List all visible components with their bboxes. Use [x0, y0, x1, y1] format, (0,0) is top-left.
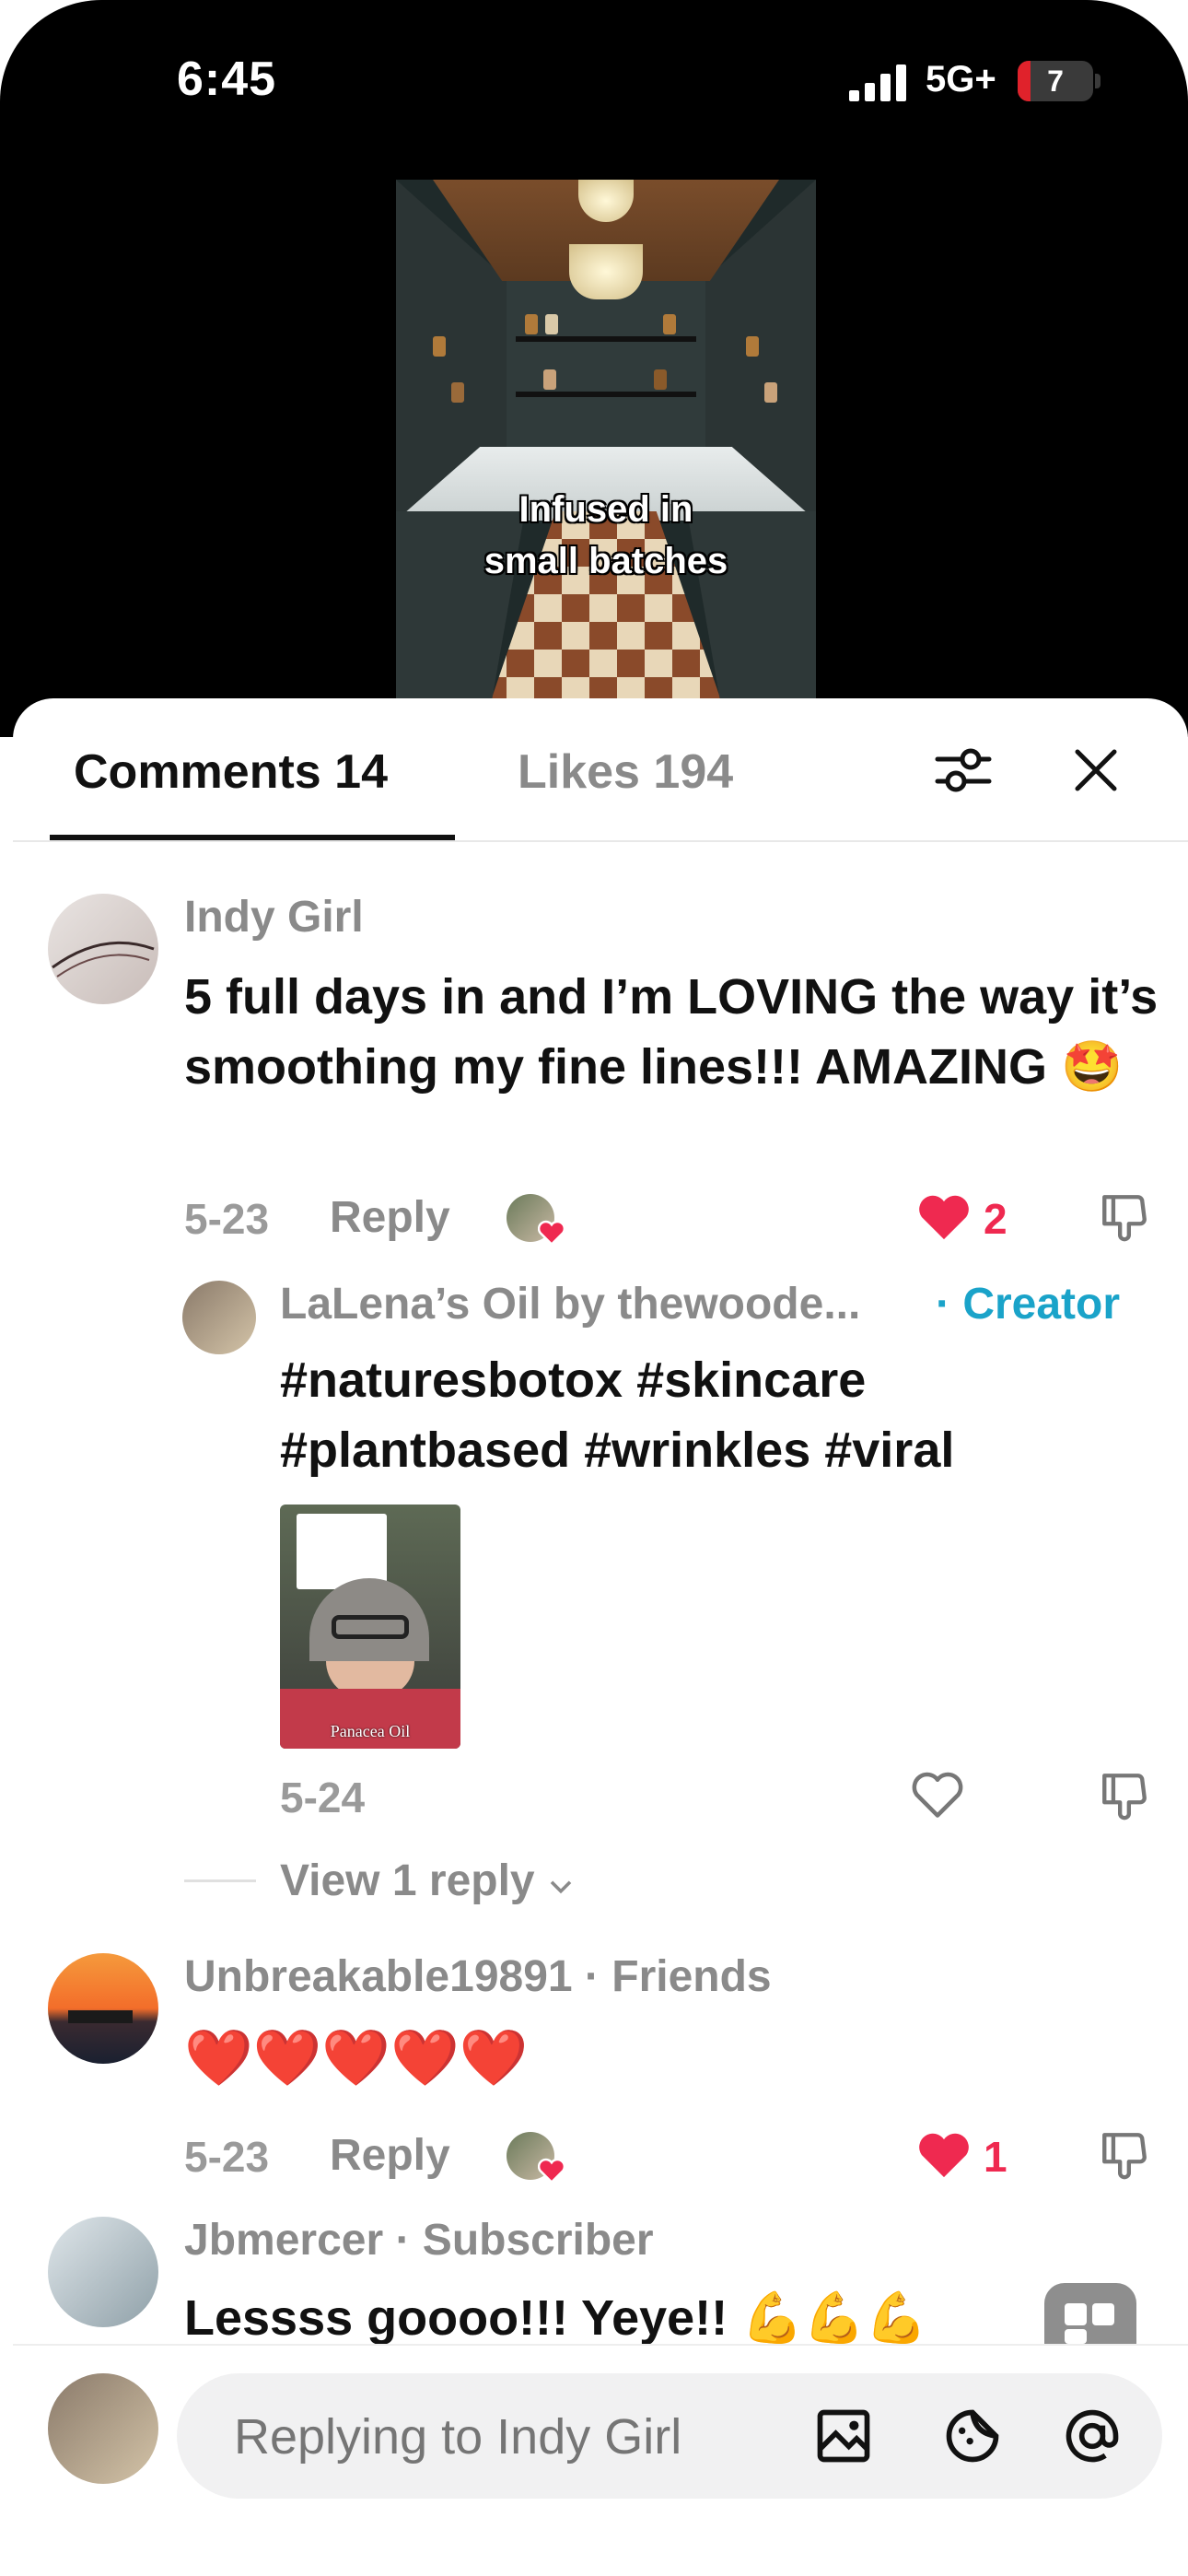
comment-text: ❤️❤️❤️❤️❤️ — [184, 2027, 529, 2089]
reply-button[interactable]: Reply — [330, 1192, 450, 1243]
heart-icon — [538, 2158, 565, 2184]
comment-date: 5-23 — [184, 2133, 270, 2181]
creator-badge: · Creator — [936, 1280, 1121, 1329]
dislike-icon[interactable] — [1098, 1190, 1151, 1244]
avatar-image — [52, 941, 155, 978]
like-count: 1 — [984, 2133, 1007, 2181]
active-tab-indicator — [50, 835, 455, 840]
heart-icon — [538, 1220, 565, 1246]
tab-comments[interactable]: Comments 14 — [74, 744, 388, 800]
view-replies-button[interactable]: View 1 reply — [280, 1856, 575, 1906]
reply-button[interactable]: Reply — [330, 2130, 450, 2181]
dislike-icon[interactable] — [1098, 2128, 1151, 2182]
battery-tip — [1095, 74, 1101, 88]
status-time: 6:45 — [177, 53, 277, 106]
battery-level: 7 — [1047, 64, 1064, 98]
signal-icon — [849, 64, 906, 101]
avatar[interactable] — [48, 2217, 158, 2327]
filter-icon[interactable] — [934, 741, 993, 800]
chandelier — [569, 244, 643, 299]
video-caption: Infused in small batches — [483, 489, 728, 581]
avatar[interactable] — [48, 1953, 158, 2064]
thumbnail-label: Panacea Oil — [330, 1722, 411, 1740]
battery-icon: 7 — [1018, 61, 1093, 101]
glasses — [332, 1615, 409, 1639]
avatar[interactable] — [182, 1281, 256, 1354]
comment-text: 5 full days in and I’m LOVING the way it… — [184, 969, 1159, 1095]
tab-likes[interactable]: Likes 194 — [518, 744, 733, 800]
image-icon[interactable] — [812, 2405, 875, 2467]
heart-icon[interactable] — [917, 1192, 971, 1242]
comment-username[interactable]: Indy Girl — [184, 892, 364, 943]
comment-text: Lessss goooo!!! Yeye!! 💪💪💪 — [184, 2290, 927, 2346]
heart-icon[interactable] — [917, 2130, 971, 2180]
comment-input-container[interactable] — [177, 2373, 1162, 2499]
dislike-icon[interactable] — [1098, 1769, 1151, 1822]
comments-sheet: Comments 14 Likes 194 Indy Girl 5 full d… — [13, 698, 1188, 2576]
phone-screen: 6:45 5G+ 7 Infused in small batches Comm… — [0, 0, 1188, 2576]
reply-date: 5-24 — [280, 1774, 366, 1821]
my-avatar — [48, 2373, 158, 2484]
heart-outline-icon[interactable] — [910, 1769, 965, 1821]
mention-icon[interactable] — [1061, 2405, 1124, 2467]
avatar[interactable] — [48, 894, 158, 1004]
comment-date: 5-23 — [184, 1195, 270, 1243]
comment-input[interactable] — [234, 2408, 805, 2465]
reply-username[interactable]: LaLena’s Oil by thewoode... — [280, 1279, 860, 1329]
like-count: 2 — [984, 1195, 1007, 1243]
chevron-down-icon — [550, 1880, 572, 1894]
status-bar: 6:45 5G+ 7 — [0, 0, 1188, 157]
reply-video-thumbnail[interactable]: Panacea Oil — [280, 1505, 460, 1749]
video-preview[interactable]: Infused in small batches — [396, 180, 816, 732]
divider — [184, 1879, 256, 1882]
emoji-icon[interactable] — [941, 2405, 1004, 2467]
close-icon[interactable] — [1072, 746, 1120, 794]
comment-username[interactable]: Jbmercer · Subscriber — [184, 2215, 654, 2266]
ship-silhouette — [68, 2010, 133, 2023]
tab-bar: Comments 14 Likes 194 — [13, 698, 1188, 842]
reply-text: #naturesbotox #skincare #plantbased #wri… — [280, 1352, 955, 1478]
network-type: 5G+ — [926, 59, 996, 100]
comment-input-bar — [13, 2344, 1188, 2576]
comment-username[interactable]: Unbreakable19891 · Friends — [184, 1951, 772, 2002]
